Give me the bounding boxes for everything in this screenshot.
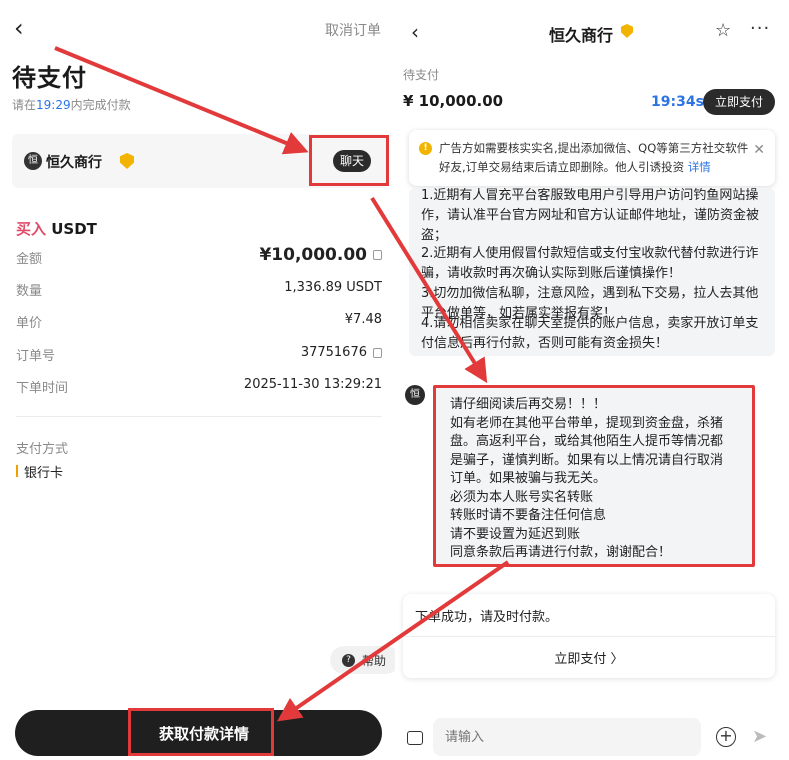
question-icon: ?: [342, 654, 355, 667]
buy-label: 买入: [16, 220, 47, 238]
countdown-timer: 19:34s: [651, 94, 704, 110]
row-label: 金额: [16, 252, 43, 267]
row-label: 订单号: [16, 349, 56, 364]
row-value: ¥10,000.00: [259, 245, 382, 265]
message-icon[interactable]: [407, 731, 423, 745]
amount-value: ¥10,000.00: [259, 245, 367, 265]
help-button[interactable]: ? 帮助: [330, 646, 400, 674]
notice-details-link[interactable]: 详情: [688, 160, 711, 174]
order-status-card: 下单成功，请及时付款。 立即支付 〉: [403, 594, 775, 678]
seller-message-bubble: 请仔细阅读后再交易！！！ 如有老师在其他平台带单，提现到资金盘，杀猪 盘。高返利…: [433, 385, 755, 567]
row-order-time: 下单时间 2025-11-30 13:29:21: [16, 375, 382, 399]
message-line: 请不要设置为延迟到账: [450, 527, 581, 542]
asset-label: USDT: [51, 220, 97, 238]
merchant-name: 恒久商行: [46, 155, 102, 171]
copy-icon[interactable]: [373, 250, 382, 260]
chat-title: 恒久商行: [549, 26, 614, 45]
plus-icon[interactable]: +: [716, 727, 736, 747]
message-line: 订单。如果被骗与我无关。: [450, 471, 607, 486]
verified-shield-icon: [120, 153, 134, 169]
more-icon[interactable]: ···: [750, 18, 770, 39]
row-label: 数量: [16, 284, 43, 299]
message-line: 如有老师在其他平台带单，提现到资金盘，杀猪: [450, 416, 724, 431]
row-label: 单价: [16, 316, 43, 331]
trade-type-title: 买入 USDT: [16, 218, 97, 239]
copy-icon[interactable]: [373, 347, 382, 358]
message-line: 同意条款后再请进行付款，谢谢配合！: [450, 545, 672, 560]
row-amount: 金额 ¥10,000.00: [16, 245, 382, 270]
deadline-suffix: 内完成付款: [70, 98, 131, 112]
row-value: 1,336.89 USDT: [284, 280, 382, 295]
help-label: 帮助: [362, 654, 387, 668]
send-icon[interactable]: ➤: [752, 726, 767, 747]
close-icon[interactable]: ✕: [753, 142, 765, 158]
row-price: 单价 ¥7.48: [16, 310, 382, 334]
message-line: 盘。高返利平台，或给其他陌生人提币等情况都: [450, 434, 724, 449]
chat-panel: ‹ 恒久商行 ☆ ··· 待支付 ¥ 10,000.00 19:34s 立即支付…: [395, 0, 789, 760]
cancel-order-link[interactable]: 取消订单: [325, 20, 381, 40]
row-order-id: 订单号 37751676: [16, 343, 382, 367]
page-title: 待支付: [12, 64, 87, 92]
bank-card-marker: [16, 465, 18, 477]
card-pay-now-link[interactable]: 立即支付 〉: [403, 648, 775, 667]
warning-item: 4.请勿相信卖家在聊天室提供的账户信息，卖家开放订单支付信息后再行付款，否则可能…: [421, 316, 759, 351]
row-value: 2025-11-30 13:29:21: [243, 377, 382, 392]
chat-input[interactable]: [433, 718, 701, 756]
verified-shield-icon: [621, 24, 633, 38]
merchant-avatar: 恒: [24, 152, 42, 170]
deadline-prefix: 请在: [12, 98, 37, 112]
bank-card-option[interactable]: 银行卡: [24, 462, 63, 481]
row-quantity: 数量 1,336.89 USDT: [16, 278, 382, 302]
highlight-frame-chat: [309, 135, 389, 186]
warning-icon: !: [419, 142, 432, 155]
row-value: ¥7.48: [344, 312, 382, 327]
divider: [403, 636, 775, 637]
notice-banner: ! 广告方如需要核实实名,提出添加微信、QQ等第三方社交软件好友,订单交易结束后…: [409, 130, 775, 186]
deadline-time: 19:29: [36, 98, 71, 112]
seller-avatar: 恒: [405, 385, 425, 405]
message-line: 转账时请不要备注任何信息: [450, 508, 607, 523]
risk-warning-box: 1.近期有人冒充平台客服致电用户引导用户访问钓鱼网站操作，请认准平台官方网址和官…: [409, 188, 775, 356]
warning-item: 2.近期有人使用假冒付款短信或支付宝收款代替付款进行诈骗，请收款时再次确认实际到…: [421, 246, 759, 281]
message-line: 是骗子，谨慎判断。如果有以上情况请自行取消: [450, 453, 724, 468]
payment-deadline: 请在19:29内完成付款: [12, 96, 131, 113]
order-detail-panel: ‹ 取消订单 待支付 请在19:29内完成付款 恒 恒久商行 聊天 买入 USD…: [0, 0, 400, 760]
order-success-message: 下单成功，请及时付款。: [415, 610, 559, 625]
chevron-left-icon[interactable]: ‹: [14, 16, 24, 40]
message-line: 请仔细阅读后再交易！！！: [450, 397, 607, 412]
notice-text: 广告方如需要核实实名,提出添加微信、QQ等第三方社交软件好友,订单交易结束后请立…: [439, 139, 749, 177]
row-value: 37751676: [301, 345, 382, 360]
star-icon[interactable]: ☆: [715, 20, 731, 41]
row-label: 下单时间: [16, 381, 69, 396]
order-amount: ¥ 10,000.00: [403, 92, 504, 110]
payment-method-label: 支付方式: [16, 442, 69, 457]
order-id-value: 37751676: [300, 345, 367, 360]
order-status: 待支付: [403, 68, 440, 82]
message-line: 必须为本人账号实名转账: [450, 490, 594, 505]
chat-input-bar: + ➤: [395, 700, 789, 760]
get-payment-details-label[interactable]: 获取付款详情: [131, 711, 277, 759]
warning-item: 1.近期有人冒充平台客服致电用户引导用户访问钓鱼网站操作，请认准平台官方网址和官…: [421, 188, 760, 243]
chevron-left-icon[interactable]: ‹: [411, 20, 419, 44]
divider: [16, 416, 382, 417]
highlight-frame-pay-details: 获取付款详情: [128, 708, 274, 756]
pay-now-button[interactable]: 立即支付: [703, 89, 775, 115]
